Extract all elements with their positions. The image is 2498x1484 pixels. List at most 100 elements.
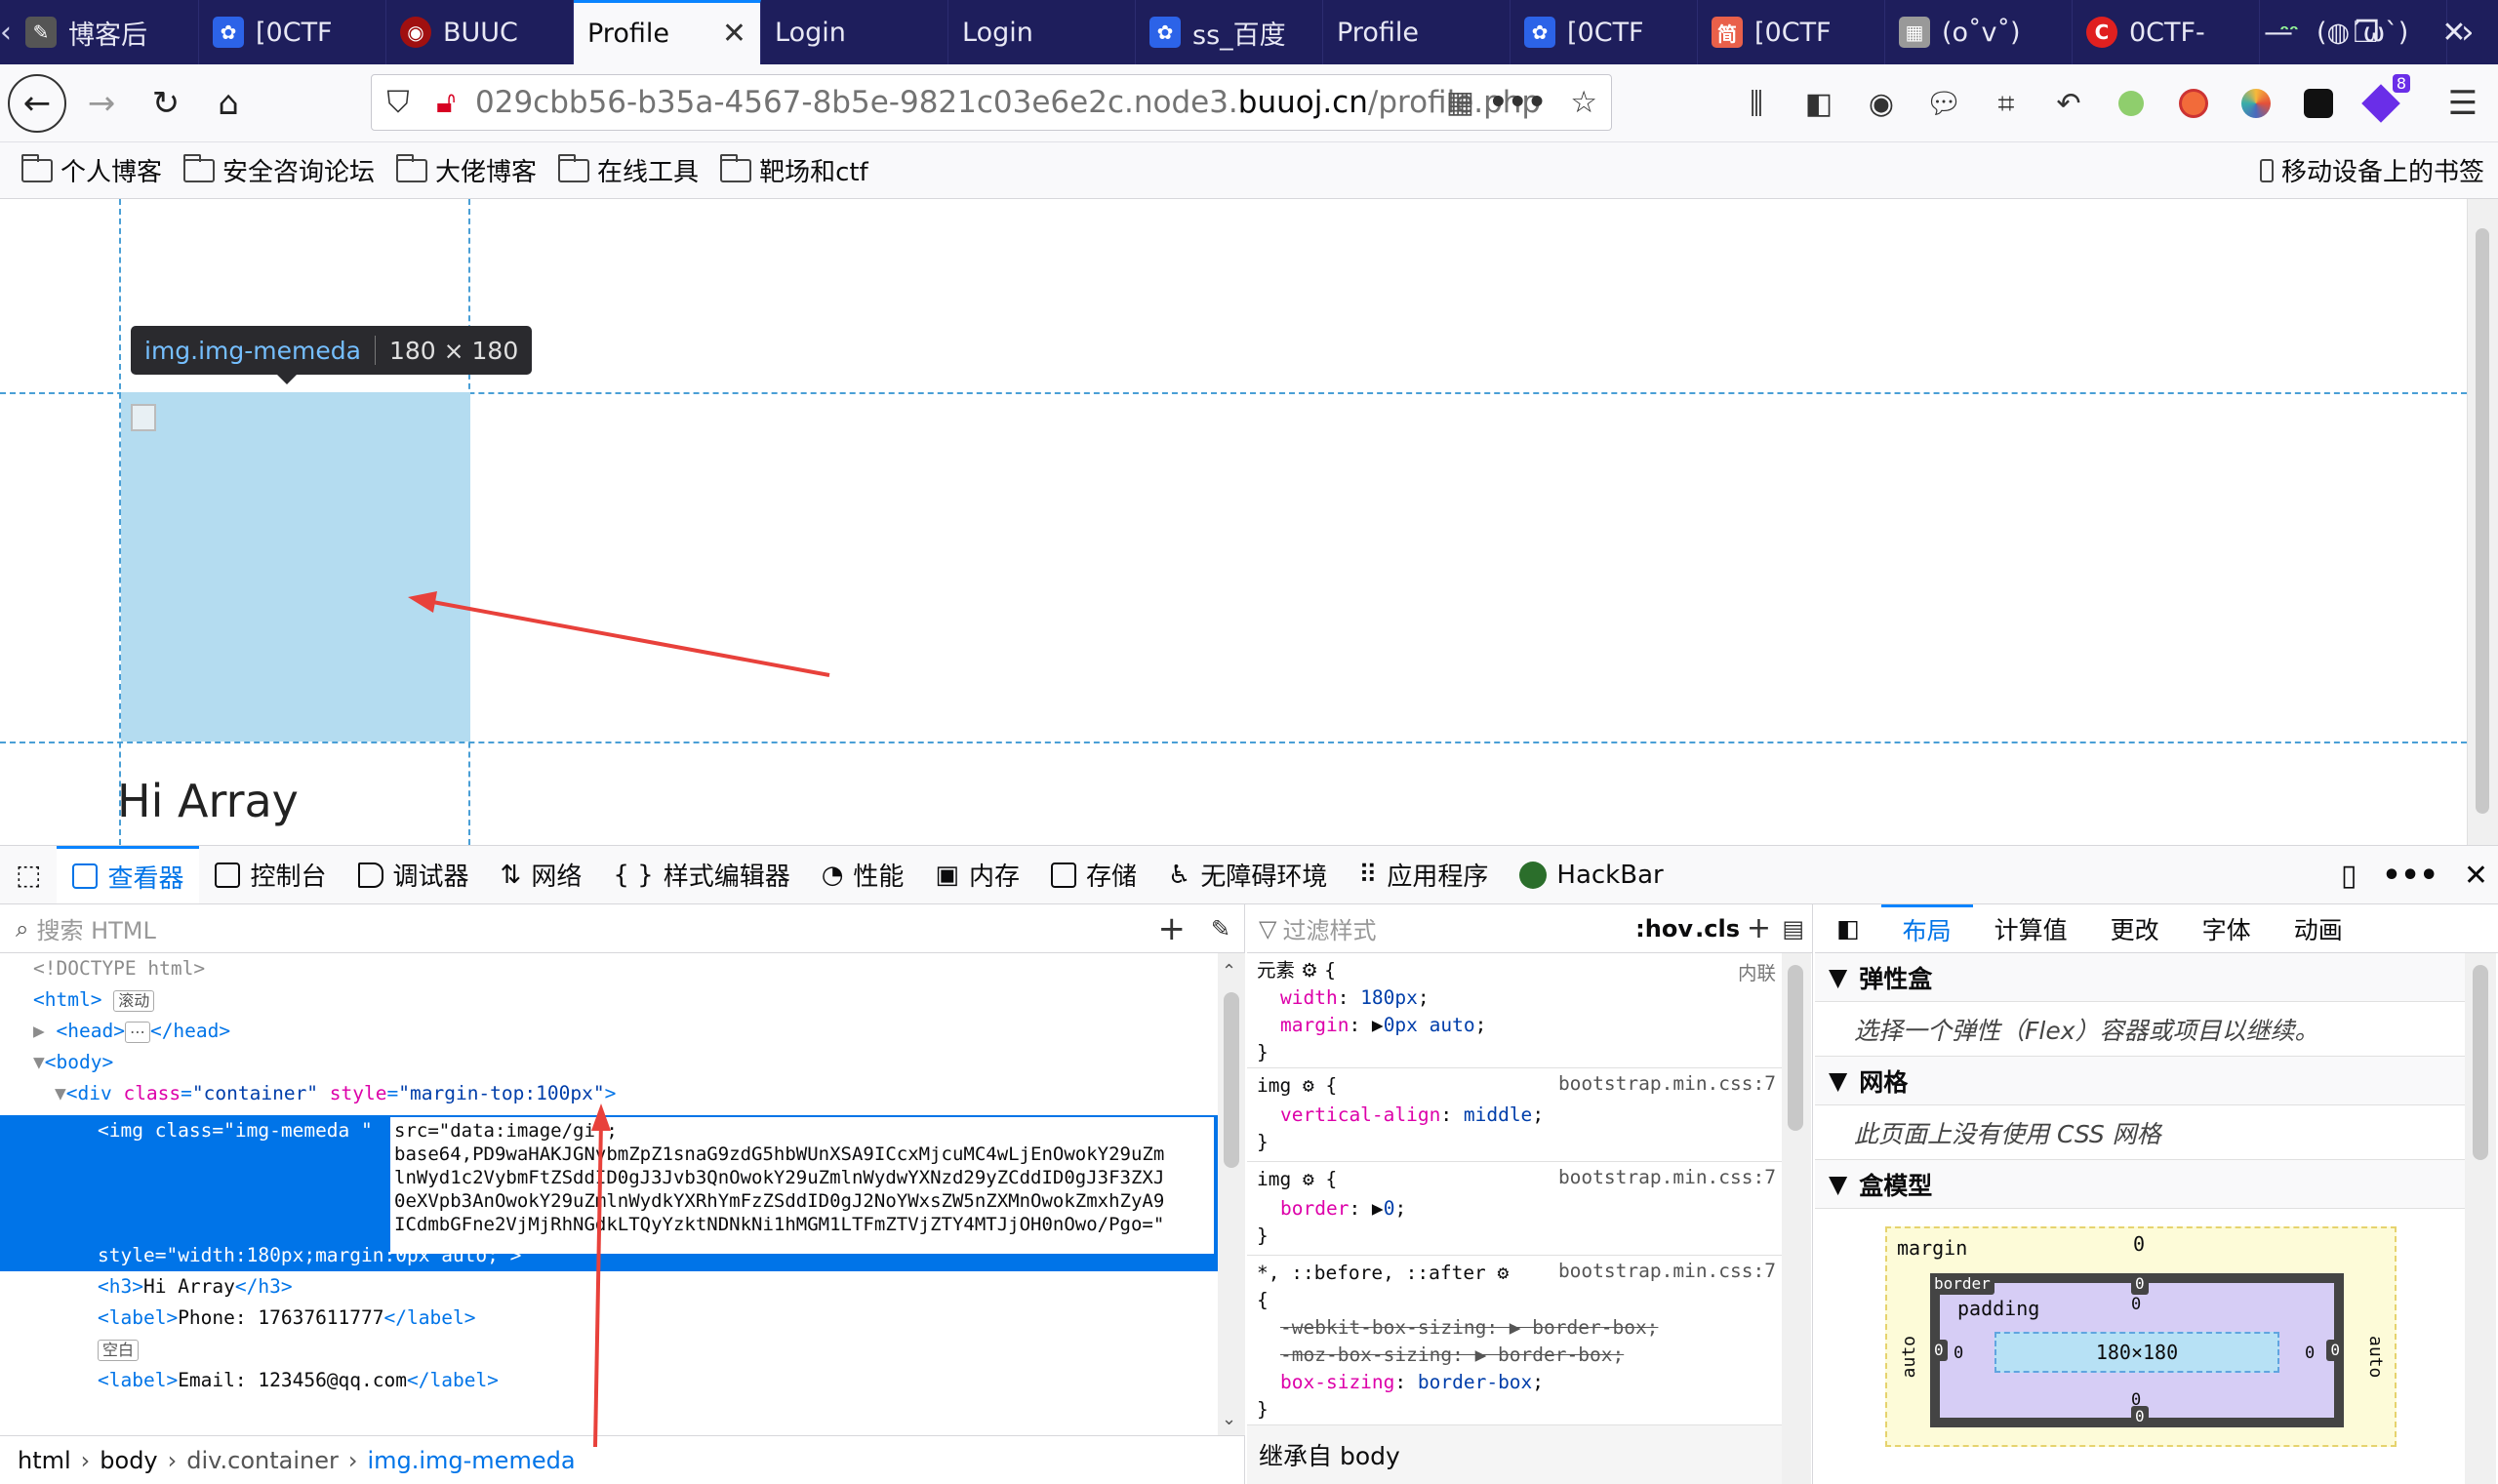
breadcrumb-body[interactable]: body — [100, 1447, 157, 1474]
tab-csdn[interactable]: C 0CTF- — [2073, 0, 2260, 64]
tab-changes[interactable]: 更改 — [2089, 904, 2181, 952]
tab-style-editor[interactable]: { } 样式编辑器 — [597, 846, 805, 903]
scroll-up-icon[interactable]: ⌃ — [1222, 961, 1236, 982]
margin-right-value[interactable]: auto — [2365, 1336, 2386, 1378]
flexbox-section-header[interactable]: ▼ 弹性盒 — [1815, 953, 2465, 1002]
decl-margin[interactable]: margin: ▶0px auto; — [1280, 1012, 1486, 1039]
tab-performance[interactable]: ◔ 性能 — [806, 846, 920, 903]
back-button[interactable]: ← — [8, 74, 66, 133]
label-phone-node[interactable]: <label>Phone: 17637611777</label> — [98, 1303, 475, 1334]
devtools-close-icon[interactable]: ✕ — [2464, 859, 2488, 893]
print-media-icon[interactable]: ▤ — [1782, 915, 1804, 943]
padding-top-value[interactable]: 0 — [2131, 1295, 2141, 1314]
tab-layout[interactable]: 布局 — [1880, 904, 1973, 952]
minimize-icon[interactable]: — — [2235, 0, 2322, 64]
tab-network[interactable]: ⇅ 网络 — [485, 846, 598, 903]
html-search-box[interactable]: ⌕ 搜索 HTML + ✎ — [0, 904, 1244, 953]
padding-bottom-value[interactable]: 0 — [2131, 1390, 2141, 1410]
bookmark-folder-security-forum[interactable]: 安全咨询论坛 — [183, 152, 375, 188]
h3-node[interactable]: <h3>Hi Array</h3> — [98, 1271, 293, 1303]
add-node-icon[interactable]: + — [1158, 909, 1187, 948]
border-right-value[interactable]: 0 — [2326, 1340, 2344, 1361]
tab-computed[interactable]: 计算值 — [1973, 904, 2089, 952]
tab-buuctf[interactable]: ◉ BUUC — [386, 0, 574, 64]
markup-scrollbar[interactable]: ⌃ ⌄ — [1218, 953, 1245, 1435]
dock-toggle-icon[interactable]: ▯ — [2341, 859, 2357, 893]
label-email-node[interactable]: <label>Email: 123456@qq.com</label> — [98, 1365, 499, 1396]
scrollbar-thumb[interactable] — [2473, 965, 2488, 1160]
scroll-down-icon[interactable]: ⌄ — [1222, 1409, 1236, 1429]
site-info-icon[interactable]: ⛉ — [372, 85, 424, 121]
tab-storage[interactable]: 存储 — [1035, 846, 1152, 903]
tab-0ctf-1[interactable]: ✿ [0CTF — [199, 0, 386, 64]
sidebar-toggle-icon[interactable]: ◧ — [1815, 904, 1881, 952]
tab-blog[interactable]: ✎ 博客后 — [12, 0, 199, 64]
insecure-lock-icon[interactable]: 🔓︎ — [424, 85, 467, 121]
img-src-attribute[interactable]: src="data:image/gif; base64,PD9waHAKJGNv… — [390, 1117, 1214, 1254]
colorful-extension-icon[interactable] — [2235, 82, 2277, 125]
doctype-node[interactable]: <!DOCTYPE html> — [33, 953, 205, 984]
tab-login-1[interactable]: Login — [761, 0, 948, 64]
breadcrumb-html[interactable]: html — [18, 1447, 71, 1474]
tab-login-2[interactable]: Login — [948, 0, 1136, 64]
page-scrollbar[interactable] — [2467, 199, 2498, 845]
home-button[interactable]: ⌂ — [199, 74, 258, 133]
tab-0ctf-2[interactable]: ✿ [0CTF — [1511, 0, 1698, 64]
boxmodel-section-header[interactable]: ▼ 盒模型 — [1815, 1160, 2465, 1209]
element-picker-button[interactable]: ⬚ — [0, 846, 57, 903]
head-node[interactable]: ▶ <head> ⋯ </head> — [33, 1016, 230, 1047]
gear-icon[interactable]: ⚙ — [1498, 1262, 1510, 1284]
tab-fonts[interactable]: 字体 — [2181, 904, 2273, 952]
sidebar-icon[interactable]: ◧ — [1797, 82, 1840, 125]
tab-kaomoji[interactable]: ▦ (o˚v˚) — [1885, 0, 2073, 64]
breadcrumb-div-container[interactable]: div.container — [186, 1447, 339, 1474]
reload-button[interactable]: ↻ — [137, 74, 195, 133]
decl-border[interactable]: border: ▶0; — [1280, 1195, 1406, 1223]
margin-left-value[interactable]: auto — [1899, 1336, 1919, 1378]
grid-section-header[interactable]: ▼ 网格 — [1815, 1057, 2465, 1105]
eyedropper-icon[interactable]: ✎ — [1211, 915, 1230, 943]
rule-source-link[interactable]: bootstrap.min.css:7 — [1558, 1072, 1776, 1095]
layout-scrollbar[interactable] — [2465, 953, 2496, 1484]
tab-memory[interactable]: ▣ 内存 — [919, 846, 1035, 903]
div-container-node[interactable]: ▼<div class="container" style="margin-to… — [55, 1078, 616, 1109]
gear-icon[interactable]: ⚙ — [1301, 959, 1317, 982]
bookmark-folder-ranges-ctf[interactable]: 靶场和ctf — [720, 152, 868, 188]
decl-width[interactable]: width: 180px; — [1280, 984, 1430, 1012]
restore-icon[interactable]: ❐ — [2322, 0, 2410, 64]
qr-code-icon[interactable]: ▦ — [1446, 85, 1474, 120]
decl-webkit-box-sizing[interactable]: -webkit-box-sizing: ▶ border-box; — [1280, 1314, 1658, 1342]
forward-button[interactable]: → — [72, 74, 131, 133]
html-node[interactable]: <html> 滚动 — [33, 984, 155, 1016]
green-dot-extension-icon[interactable] — [2110, 82, 2153, 125]
gear-icon[interactable]: ⚙ — [1303, 1168, 1314, 1190]
chat-icon[interactable]: 💬︎ — [1922, 82, 1965, 125]
close-tab-icon[interactable]: ✕ — [722, 17, 746, 51]
rule-source-link[interactable]: bootstrap.min.css:7 — [1558, 1260, 1776, 1282]
screenshot-crop-icon[interactable]: ⌗ — [1985, 82, 2028, 125]
mobile-bookmarks[interactable]: 移动设备上的书签 — [2259, 152, 2484, 188]
bookmark-folder-online-tools[interactable]: 在线工具 — [558, 152, 699, 188]
rule-source-link[interactable]: bootstrap.min.css:7 — [1558, 1166, 1776, 1188]
add-rule-icon[interactable]: + — [1747, 911, 1771, 945]
scrollbar-thumb[interactable] — [2476, 228, 2489, 814]
tab-ss-baidu[interactable]: ✿ ss_百度 — [1136, 0, 1323, 64]
tab-application[interactable]: ⠿ 应用程序 — [1343, 846, 1504, 903]
decl-moz-box-sizing[interactable]: -moz-box-sizing: ▶ border-box; — [1280, 1342, 1624, 1369]
margin-top-value[interactable]: 0 — [2133, 1232, 2145, 1256]
undo-icon[interactable]: ↶ — [2047, 82, 2090, 125]
library-icon[interactable]: ⫼ — [1735, 82, 1778, 125]
padding-right-value[interactable]: 0 — [2305, 1344, 2315, 1363]
tab-console[interactable]: 控制台 — [199, 846, 342, 903]
decl-vertical-align[interactable]: vertical-align: middle; — [1280, 1102, 1544, 1129]
url-bar[interactable]: ⛉ 🔓︎ 029cbb56-b35a-4567-8b5e-9821c03e6e2… — [371, 74, 1612, 131]
collapsed-ellipsis-badge[interactable]: ⋯ — [124, 1021, 150, 1043]
content-box[interactable]: 180×180 — [1994, 1332, 2279, 1373]
collapse-triangle-icon[interactable]: ▼ — [33, 1051, 45, 1073]
breadcrumb-img[interactable]: img.img-memeda — [367, 1447, 575, 1474]
tab-hackbar[interactable]: HackBar — [1504, 846, 1678, 903]
tab-scroll-left-icon[interactable]: ‹ — [0, 0, 12, 64]
padding-left-value[interactable]: 0 — [1954, 1344, 1963, 1363]
scrollbar-thumb[interactable] — [1224, 992, 1239, 1168]
tab-inspector[interactable]: 查看器 — [57, 846, 200, 903]
